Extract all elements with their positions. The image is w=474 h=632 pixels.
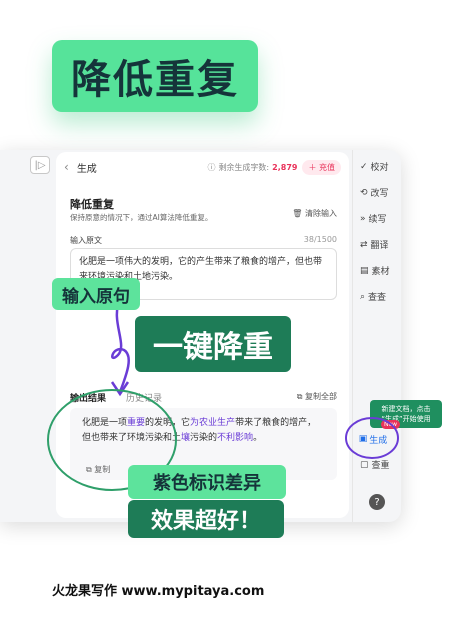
new-badge: New — [381, 420, 401, 429]
output-segment: 化肥是一项 — [82, 418, 128, 428]
purple-marks-text: 紫色标识差异 — [153, 473, 261, 494]
copy-all-label: 复制全部 — [305, 392, 337, 401]
copy-button[interactable]: ⧉ 复制 — [86, 464, 110, 475]
top-bar: ‹ 生成 ⓘ 剩余生成字数: 2,879 ＋ 充值 — [56, 152, 349, 182]
output-label: 输出结果 — [70, 394, 107, 404]
callout-input-original: 输入原句 — [52, 278, 140, 310]
info-icon: ⓘ — [207, 162, 216, 172]
rail-item-lookup[interactable]: ⌕ 查查 — [360, 290, 387, 304]
rail-item-translate[interactable]: ⇄ 翻译 — [360, 238, 389, 252]
diff-highlight: 壤 — [181, 433, 191, 443]
collapse-sidebar-icon[interactable]: |▷ — [30, 156, 50, 174]
plus-icon: ＋ — [308, 162, 317, 172]
hero-banner: 降低重复 — [52, 40, 258, 112]
footer-brand: 火龙果写作 www.mypitaya.com — [52, 584, 265, 599]
output-segment: 的发明，它 — [145, 418, 191, 428]
remaining-label: 剩余生成字数: — [218, 162, 270, 172]
trash-icon: 🗑 — [292, 209, 303, 218]
copy-label: 复制 — [94, 465, 111, 474]
rail-label: 查查 — [368, 293, 387, 303]
rail-item-continue[interactable]: » 续写 — [360, 212, 387, 226]
history-tab[interactable]: 历史记录 — [126, 391, 162, 404]
generate-label: 生成 — [369, 435, 388, 446]
output-segment: 污染的 — [190, 433, 218, 443]
document-icon: ▢ — [360, 459, 369, 470]
breadcrumb[interactable]: 生成 — [77, 160, 97, 175]
feature-title: 降低重复 — [70, 198, 114, 211]
check-icon: ✓ — [360, 161, 368, 172]
diff-highlight: 不利影响 — [217, 433, 254, 443]
feature-description: 保持原意的情况下，通过AI算法降低重复。 — [70, 213, 213, 222]
callout-effect: 效果超好！ — [128, 500, 284, 538]
translate-icon: ⇄ — [360, 239, 368, 250]
copy-icon: ⧉ — [86, 465, 92, 474]
recharge-button[interactable]: ＋ 充值 — [302, 159, 341, 175]
rail-item-generate[interactable]: ▣ 生成 — [350, 425, 396, 453]
clear-input-button[interactable]: 🗑 清除输入 — [292, 208, 337, 219]
back-chevron-icon[interactable]: ‹ — [64, 160, 69, 174]
help-icon[interactable]: ? — [369, 494, 385, 510]
diff-highlight: 重要 — [127, 418, 146, 428]
output-segment: 。 — [253, 433, 263, 443]
output-paragraph: 化肥是一项重要的发明，它为农业生产带来了粮食的增产，但也带来了环境污染和土壤污染… — [82, 418, 316, 443]
clear-input-label: 清除输入 — [305, 209, 337, 218]
arrow-icon: » — [360, 213, 366, 224]
folder-icon: ▤ — [360, 265, 369, 276]
input-label: 输入原文 — [70, 236, 102, 245]
callout-purple-marks: 紫色标识差异 — [128, 465, 286, 499]
diff-highlight: 为农业生产 — [190, 418, 236, 428]
copy-icon: ⧉ — [296, 392, 303, 401]
rail-label: 翻译 — [370, 241, 389, 251]
rail-label: 校对 — [370, 163, 389, 173]
remaining-value: 2,879 — [272, 162, 298, 172]
callout-one-click: 一键降重 — [135, 316, 291, 372]
rewrite-icon: ⟲ — [360, 187, 368, 198]
rail-item-rewrite[interactable]: ⟲ 改写 — [360, 186, 389, 200]
copy-all-button[interactable]: ⧉ 复制全部 — [297, 391, 337, 402]
rail-label: 改写 — [370, 189, 389, 199]
hero-title: 降低重复 — [71, 57, 239, 103]
rail-item-check-duplicate[interactable]: ▢ 查重 — [360, 458, 390, 472]
rail-item-material[interactable]: ▤ 素材 — [360, 264, 390, 278]
recharge-label: 充值 — [319, 162, 335, 172]
tip-line-1: 新建文档，点击 — [381, 405, 431, 413]
remaining-words: ⓘ 剩余生成字数: 2,879 — [207, 162, 297, 173]
rail-label: 续写 — [368, 215, 387, 225]
rail-label: 素材 — [371, 267, 390, 277]
rail-item-proofread[interactable]: ✓ 校对 — [360, 160, 389, 174]
rail-label: 查重 — [371, 461, 390, 471]
image-icon: ▣ — [358, 434, 368, 444]
input-char-count: 38/1500 — [303, 235, 337, 244]
search-icon: ⌕ — [360, 291, 366, 302]
